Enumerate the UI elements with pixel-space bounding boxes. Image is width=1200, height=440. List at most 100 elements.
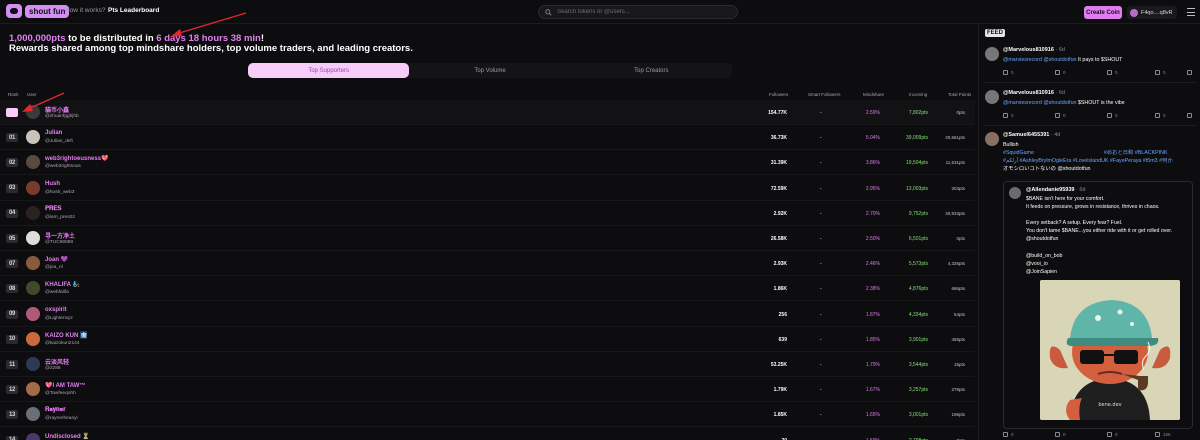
avatar[interactable]: [26, 382, 40, 397]
avatar[interactable]: [26, 231, 40, 245]
table-row[interactable]: 09 oxspirit @Lightenxyz 256 - 1.87% 4,334pts 54…: [0, 302, 975, 327]
reply-icon[interactable]: [1003, 432, 1008, 437]
like-icon[interactable]: [1107, 432, 1112, 437]
mindshare-value: 1.79%: [865, 362, 880, 368]
avatar[interactable]: [26, 357, 40, 371]
post-author[interactable]: @Marvelous810916 · 6d: [1003, 90, 1065, 96]
feed-separator: [983, 125, 1197, 126]
incoming-points: 3,544pts: [908, 362, 928, 368]
repost-icon[interactable]: [1055, 70, 1060, 75]
avatar[interactable]: [26, 256, 40, 271]
search-input[interactable]: [557, 9, 727, 15]
nav-pts-leaderboard[interactable]: Pts Leaderboard: [108, 7, 159, 14]
avatar[interactable]: [26, 130, 40, 145]
reply-icon[interactable]: [1003, 70, 1008, 75]
logo[interactable]: shout fun: [6, 4, 70, 18]
table-row[interactable]: 12 💖I AM TAW™ @Tawfeeqohh 1.79K - 1.67% 3,257p…: [0, 377, 975, 403]
views-icon: [1155, 113, 1160, 118]
user-name[interactable]: Hush: [45, 181, 60, 187]
avatar[interactable]: [26, 306, 40, 321]
user-name[interactable]: oxspirit: [45, 307, 67, 313]
avatar[interactable]: [26, 205, 40, 220]
avatar[interactable]: [26, 180, 40, 195]
post-author[interactable]: @Allendanie95939 · 6d: [1026, 187, 1085, 193]
table-row[interactable]: 13 𝐑𝐚𝐲𝐧𝐞𝐫 @raynerheanyi 1.85K - 1.65% 3,001pts…: [0, 402, 975, 428]
nav-how-it-works[interactable]: How it works?: [65, 7, 105, 14]
tab-top-volume[interactable]: Top Volume: [409, 63, 570, 78]
user-name[interactable]: Undisclosed ⏳: [45, 433, 90, 440]
user-name[interactable]: KAIZO KUN 🩻: [45, 332, 87, 339]
table-row[interactable]: 10 KAIZO KUN 🩻 @kaizokun2144 639 - 1.85% 3,901…: [0, 327, 975, 352]
reply-icon[interactable]: [1003, 113, 1008, 118]
mindshare-value: 3.86%: [865, 160, 880, 167]
user-name[interactable]: web3rightoeusness💖: [45, 155, 109, 162]
like-icon[interactable]: [1107, 113, 1112, 118]
post-author[interactable]: @Samuel6455391 · 4d: [1003, 132, 1060, 138]
user-menu[interactable]: F4qo....q8vR: [1127, 6, 1177, 19]
followers-count: 31.39K: [770, 160, 787, 167]
quote-line: It feeds on pressure, grows in resistanc…: [1026, 204, 1160, 210]
repost-icon[interactable]: [1055, 113, 1060, 118]
avatar: [985, 132, 999, 146]
user-name[interactable]: 貓币小鑫: [45, 105, 69, 114]
logo-text: shout fun: [25, 4, 70, 18]
rank-badge: 05: [6, 234, 18, 243]
repost-icon[interactable]: [1055, 432, 1060, 437]
table-row[interactable]: 11 云淡风轻 @2288 53.25K - 1.79% 3,544pts 15pts: [0, 352, 975, 377]
wallet-address: F4qo....q8vR: [1141, 9, 1173, 16]
avatar[interactable]: [26, 155, 40, 170]
user-name[interactable]: 𝐑𝐚𝐲𝐧𝐞𝐫: [45, 407, 66, 414]
user-name[interactable]: 𝐏𝐑𝐄𝐒: [45, 206, 61, 213]
avatar[interactable]: [26, 105, 40, 119]
quoted-post[interactable]: @Allendanie95939 · 6d $BANE isn't here f…: [1003, 181, 1193, 429]
avatar: [1130, 8, 1138, 17]
share-icon[interactable]: [1187, 113, 1192, 118]
menu-icon[interactable]: [1187, 8, 1195, 16]
mention-link[interactable]: @vooi_io: [1026, 261, 1048, 267]
user-name[interactable]: 云淡风轻: [45, 357, 69, 366]
create-coin-button[interactable]: Create Coin: [1084, 6, 1122, 19]
tab-top-creators[interactable]: Top Creators: [571, 63, 732, 78]
avatar[interactable]: [26, 281, 40, 296]
search-bar[interactable]: [538, 5, 738, 19]
like-icon[interactable]: [1107, 70, 1112, 75]
rank-badge: 03: [6, 183, 18, 193]
user-handle: @iam_pres02: [45, 214, 75, 220]
table-row[interactable]: 04 𝐏𝐑𝐄𝐒 @iam_pres02 2.92K - 2.70% 9,752pts 30,9…: [0, 201, 975, 226]
table-row[interactable]: 05 寻一方净土 @TUC88888 26.58K - 2.50% 6,501pts 0pts: [0, 226, 975, 251]
post-author[interactable]: @Marvelous810916 · 6d: [1003, 47, 1065, 53]
avatar: [985, 90, 999, 104]
table-row[interactable]: 01 貓币小鑫 @zhuanfgghjhb 154.77K - 2.59% 7,802pts…: [0, 100, 975, 125]
total-points: 54pts: [953, 311, 965, 317]
post-image[interactable]: bene.dev: [1040, 280, 1180, 420]
user-name[interactable]: Joan 💜: [45, 256, 68, 263]
smart-followers-count: -: [820, 412, 822, 419]
avatar[interactable]: [26, 432, 40, 440]
avatar[interactable]: [26, 407, 40, 422]
avatar[interactable]: [26, 331, 40, 346]
total-points: 278pts: [951, 387, 965, 393]
table-row[interactable]: 02 web3rightoeusness💖 @web3rightsous 31.39K…: [0, 150, 975, 176]
followers-count: 256: [778, 311, 787, 318]
user-name[interactable]: KHALIFA 🧞: [45, 281, 80, 288]
share-icon[interactable]: [1187, 70, 1192, 75]
table-row[interactable]: 07 Joan 💜 @joa_nl 2.93K - 2.46% 5,573pts 4,326p…: [0, 251, 975, 277]
post-text: @marviesrecord @shoutdotfun $SHOUT is th…: [1003, 100, 1125, 106]
mindshare-value: 1.87%: [865, 311, 880, 318]
user-name[interactable]: 💖I AM TAW™: [45, 382, 85, 389]
table-row[interactable]: 01 Julian @Julian_defi 36.73K - 5.04% 39,009pt…: [0, 125, 975, 151]
user-handle: @kaizokun2144: [45, 340, 80, 346]
mention-link[interactable]: @shoutdotfun: [1026, 236, 1058, 242]
tab-top-supporters[interactable]: Top Supporters: [248, 63, 410, 78]
table-row[interactable]: 14Undisclosed ⏳@drag_race593220-1.59%2,7…: [0, 428, 975, 440]
mindshare-value: 2.70%: [865, 210, 880, 217]
mention-link[interactable]: @JoinSapien: [1026, 269, 1057, 275]
avatar: [985, 47, 999, 61]
table-row[interactable]: 03 Hush @hush_web3 72.59K - 2.95% 13,003pts 303…: [0, 176, 975, 201]
user-name[interactable]: Julian: [45, 130, 62, 136]
mention-link[interactable]: @build_on_bob: [1026, 253, 1062, 259]
table-row[interactable]: 08 KHALIFA 🧞 @webfalifa 1.86K - 2.38% 4,876pts…: [0, 276, 975, 302]
incoming-points: 5,573pts: [908, 261, 928, 268]
post-actions: 0 0 0 16K: [1003, 432, 1193, 440]
user-name[interactable]: 寻一方净土: [45, 231, 75, 240]
